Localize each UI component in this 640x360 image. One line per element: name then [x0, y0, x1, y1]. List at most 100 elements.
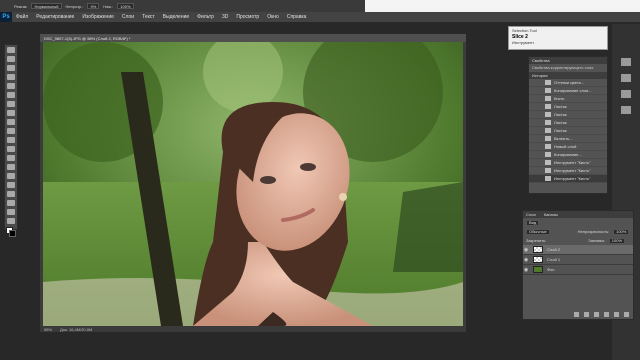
layer-name[interactable]: Слой 2 [547, 247, 560, 252]
visibility-eye-icon[interactable]: ◉ [523, 257, 529, 263]
history-item[interactable]: Ластик [529, 119, 607, 127]
blend-mode-select[interactable]: Обычные [526, 228, 550, 235]
fill-field[interactable]: 100% [608, 237, 626, 244]
flow-field[interactable]: 100% [117, 3, 134, 9]
history-item[interactable]: Вклеить... [529, 135, 607, 143]
marquee-tool-icon[interactable] [7, 56, 15, 62]
history-item-label: Инструмент "Кисть" [554, 168, 591, 173]
crop-tool-icon[interactable] [7, 83, 15, 89]
history-step-icon [545, 176, 551, 181]
lasso-tool-icon[interactable] [7, 65, 15, 71]
dock-styles-icon[interactable] [621, 106, 631, 114]
history-item[interactable]: Новый слой [529, 143, 607, 151]
clone-stamp-tool-icon[interactable] [7, 119, 15, 125]
mode-select[interactable]: Нормальный [31, 3, 62, 9]
layer-opacity-label: Непрозрачность: [577, 229, 610, 234]
history-item-label: Новый слой [554, 144, 577, 149]
fill-label: Заливка: [588, 238, 605, 243]
fx-icon[interactable] [584, 312, 589, 317]
color-swatches-icon[interactable] [6, 227, 16, 237]
shape-tool-icon[interactable] [7, 200, 15, 206]
type-tool-icon[interactable] [7, 182, 15, 188]
menu-file[interactable]: Файл [12, 14, 32, 20]
blur-tool-icon[interactable] [7, 155, 15, 161]
history-item[interactable]: Копирование слоя... [529, 87, 607, 95]
menu-type[interactable]: Текст [138, 14, 159, 20]
healing-brush-tool-icon[interactable] [7, 101, 15, 107]
layer-row[interactable]: ◉ Слой 1 [523, 255, 633, 265]
history-item[interactable]: Ластик [529, 127, 607, 135]
dodge-tool-icon[interactable] [7, 164, 15, 170]
hand-tool-icon[interactable] [7, 209, 15, 215]
zoom-level[interactable]: 58% [44, 327, 52, 332]
menu-filter[interactable]: Фильтр [193, 14, 218, 20]
opacity-field[interactable]: 9% [87, 3, 100, 9]
window-title-area [365, 0, 640, 12]
menu-edit[interactable]: Редактирование [32, 14, 78, 20]
move-tool-icon[interactable] [7, 47, 15, 53]
channels-tab[interactable]: Каналы [544, 212, 558, 217]
history-item[interactable]: Кисть [529, 95, 607, 103]
trash-icon[interactable] [624, 312, 629, 317]
zoom-tool-icon[interactable] [7, 218, 15, 224]
layers-tab[interactable]: Слои [526, 212, 536, 217]
new-layer-icon[interactable] [614, 312, 619, 317]
visibility-eye-icon[interactable]: ◉ [523, 247, 529, 253]
eraser-tool-icon[interactable] [7, 137, 15, 143]
mask-icon[interactable] [594, 312, 599, 317]
menu-help[interactable]: Справка [283, 14, 311, 20]
history-item-label: Ластик [554, 104, 567, 109]
pen-tool-icon[interactable] [7, 173, 15, 179]
eyedropper-tool-icon[interactable] [7, 92, 15, 98]
history-list: Оттенки цвета... Копирование слоя... Кисть… [529, 79, 607, 183]
selection-tool-popup: Selection Tool Slice 2 Инструмент [508, 26, 608, 50]
menu-view[interactable]: Просмотр [232, 14, 263, 20]
document-tab[interactable]: DSC_9807-1(6).JPG @ 58% (Слой 2, RGB/8*)… [40, 34, 466, 42]
layer-name[interactable]: Фон [547, 267, 554, 272]
tools-panel [4, 44, 18, 237]
menu-select[interactable]: Выделение [159, 14, 194, 20]
history-item[interactable]: Инструмент "Кисть" [529, 159, 607, 167]
layers-footer [574, 312, 629, 317]
layer-name[interactable]: Слой 1 [547, 257, 560, 262]
brush-tool-icon[interactable] [7, 110, 15, 116]
layers-panel: Слои Каналы Вид Обычные Непрозрачность: … [522, 210, 634, 320]
history-step-icon [545, 144, 551, 149]
history-item[interactable]: Ластик [529, 103, 607, 111]
history-item[interactable]: Копирование... [529, 151, 607, 159]
menu-window[interactable]: Окно [263, 14, 283, 20]
history-item[interactable]: Инструмент "Кисть" [529, 167, 607, 175]
image-canvas[interactable] [43, 42, 463, 326]
history-item[interactable]: Ластик [529, 111, 607, 119]
quick-select-tool-icon[interactable] [7, 74, 15, 80]
link-layers-icon[interactable] [574, 312, 579, 317]
dock-color-icon[interactable] [621, 58, 631, 66]
layer-row[interactable]: ◉ Слой 2 [523, 245, 633, 255]
history-brush-tool-icon[interactable] [7, 128, 15, 134]
path-select-tool-icon[interactable] [7, 191, 15, 197]
gradient-tool-icon[interactable] [7, 146, 15, 152]
app-top-bar: Режим: Нормальный Непрозр.: 9% Наж.: 100… [0, 0, 640, 22]
dock-swatches-icon[interactable] [621, 74, 631, 82]
history-item-label: Кисть [554, 96, 565, 101]
history-item[interactable]: Инструмент "Кисть" [529, 175, 607, 183]
history-item-label: Копирование слоя... [554, 88, 592, 93]
opacity-label: Непрозр.: [65, 3, 84, 9]
history-item[interactable]: Оттенки цвета... [529, 79, 607, 87]
history-tab[interactable]: История [529, 72, 607, 79]
menu-image[interactable]: Изображение [78, 14, 118, 20]
dock-adjustments-icon[interactable] [621, 90, 631, 98]
layer-opacity-field[interactable]: 100% [613, 228, 630, 235]
layers-tabs: Слои Каналы [523, 211, 633, 218]
layer-thumbnail [533, 246, 543, 253]
visibility-eye-icon[interactable]: ◉ [523, 267, 529, 273]
menu-layers[interactable]: Слои [118, 14, 138, 20]
menu-bar: Ps Файл Редактирование Изображение Слои … [0, 12, 640, 22]
layer-filter-select[interactable]: Вид [526, 219, 540, 226]
menu-3d[interactable]: 3D [218, 14, 232, 20]
properties-tab[interactable]: Свойства [529, 57, 607, 64]
history-item-label: Ластик [554, 128, 567, 133]
adjustment-layer-icon[interactable] [604, 312, 609, 317]
doc-size: Док: 16,4M/20,9M [60, 326, 93, 332]
layer-row[interactable]: ◉ Фон [523, 265, 633, 275]
